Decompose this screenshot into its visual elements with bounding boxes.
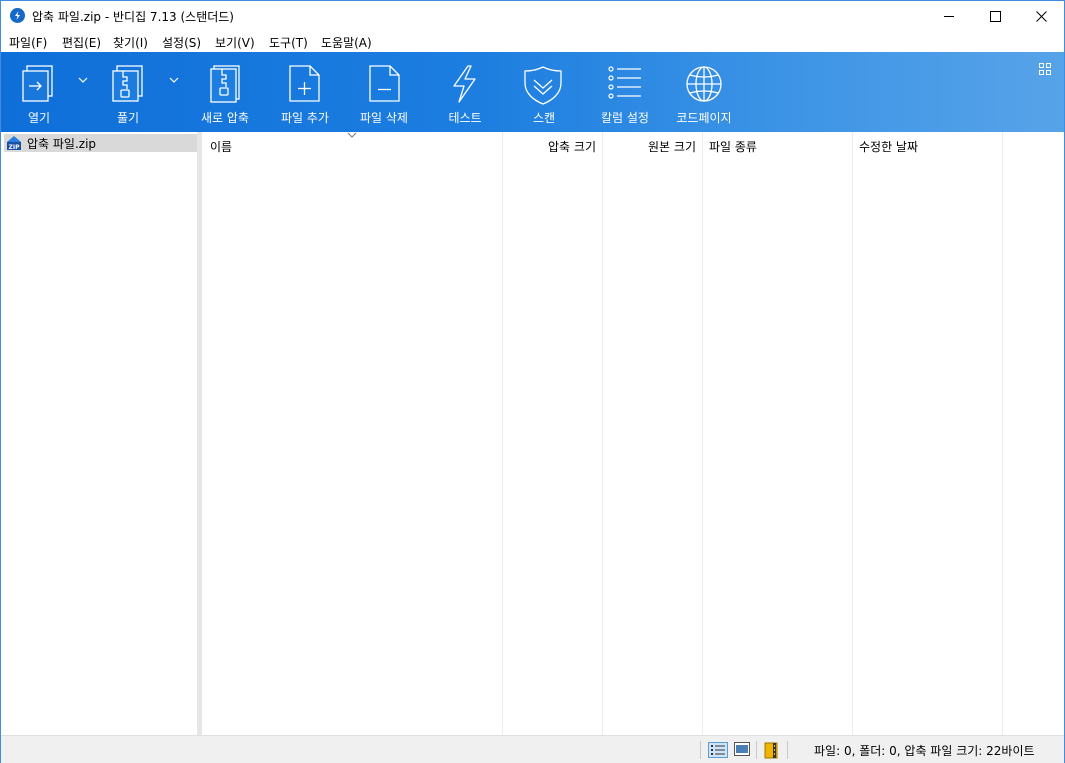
menu-tools[interactable]: 도구(T) bbox=[269, 34, 308, 51]
maximize-button[interactable] bbox=[972, 1, 1018, 31]
open-label: 열기 bbox=[27, 111, 51, 125]
menu-help[interactable]: 도움말(A) bbox=[321, 34, 372, 51]
open-archive-icon bbox=[22, 65, 53, 102]
archive-info-icon[interactable] bbox=[764, 742, 780, 759]
extract-dropdown-icon[interactable] bbox=[169, 77, 179, 84]
status-separator bbox=[756, 741, 757, 759]
column-divider[interactable] bbox=[602, 132, 603, 735]
shield-icon bbox=[524, 66, 562, 105]
extract-label: 풀기 bbox=[116, 111, 140, 125]
column-header-modified-date[interactable]: 수정한 날짜 bbox=[853, 132, 1002, 158]
column-header-name[interactable]: 이름 bbox=[202, 132, 502, 158]
status-bar: 파일: 0, 폴더: 0, 압축 파일 크기: 22바이트 bbox=[1, 735, 1064, 763]
menu-bar: 파일(F) 편집(E) 찾기(I) 설정(S) 보기(V) 도구(T) 도움말(… bbox=[1, 31, 1064, 52]
open-dropdown-icon[interactable] bbox=[78, 77, 88, 84]
menu-file[interactable]: 파일(F) bbox=[9, 34, 47, 51]
column-header-original-size-label: 원본 크기 bbox=[648, 140, 696, 154]
add-file-label: 파일 추가 bbox=[281, 111, 329, 125]
window-title: 압축 파일.zip - 반디집 7.13 (스탠더드) bbox=[32, 10, 234, 24]
open-button[interactable]: 열기 bbox=[11, 52, 69, 132]
menu-settings[interactable]: 설정(S) bbox=[162, 34, 201, 51]
details-view-icon[interactable] bbox=[708, 742, 728, 758]
column-header-modified-date-label: 수정한 날짜 bbox=[859, 140, 919, 154]
extract-button[interactable]: 풀기 bbox=[99, 52, 157, 132]
tree-item-archive-root[interactable]: ZIP 압축 파일.zip bbox=[4, 134, 197, 152]
minimize-icon bbox=[944, 16, 954, 17]
column-header-name-label: 이름 bbox=[210, 140, 233, 154]
bandizip-app-icon bbox=[10, 8, 25, 23]
column-header-file-type[interactable]: 파일 종류 bbox=[703, 132, 852, 158]
column-divider[interactable] bbox=[1002, 132, 1003, 735]
column-settings-button[interactable]: 칼럼 설정 bbox=[595, 52, 655, 132]
test-label: 테스트 bbox=[448, 111, 482, 125]
title-bar: 압축 파일.zip - 반디집 7.13 (스탠더드) bbox=[1, 1, 1064, 31]
extract-zipper-icon bbox=[112, 65, 143, 102]
file-list: 이름 압축 크기 원본 크기 파일 종류 수정한 날짜 bbox=[202, 132, 1064, 735]
menu-edit[interactable]: 편집(E) bbox=[62, 34, 101, 51]
test-button[interactable]: 테스트 bbox=[438, 52, 492, 132]
delete-file-label: 파일 삭제 bbox=[360, 111, 408, 125]
new-archive-button[interactable]: 새로 압축 bbox=[194, 52, 256, 132]
lightning-icon bbox=[453, 65, 476, 103]
codepage-label: 코드페이지 bbox=[676, 111, 732, 125]
sort-descending-icon bbox=[347, 132, 357, 138]
column-header-original-size[interactable]: 원본 크기 bbox=[603, 132, 702, 158]
delete-file-button[interactable]: 파일 삭제 bbox=[353, 52, 415, 132]
column-header-packed-size-label: 압축 크기 bbox=[548, 140, 596, 154]
close-button[interactable] bbox=[1018, 1, 1064, 31]
new-archive-label: 새로 압축 bbox=[201, 111, 249, 125]
status-separator bbox=[787, 741, 788, 759]
menu-find[interactable]: 찾기(I) bbox=[113, 34, 148, 51]
column-divider[interactable] bbox=[502, 132, 503, 735]
globe-icon bbox=[686, 66, 722, 102]
status-separator bbox=[700, 741, 701, 759]
column-settings-label: 칼럼 설정 bbox=[601, 111, 649, 125]
svg-text:ZIP: ZIP bbox=[9, 144, 21, 151]
tree-item-label: 압축 파일.zip bbox=[27, 137, 97, 151]
add-file-button[interactable]: 파일 추가 bbox=[274, 52, 336, 132]
status-summary: 파일: 0, 폴더: 0, 압축 파일 크기: 22바이트 bbox=[814, 744, 1035, 758]
column-header-packed-size[interactable]: 압축 크기 bbox=[503, 132, 602, 158]
scan-button[interactable]: 스캔 bbox=[517, 52, 571, 132]
main-window: 압축 파일.zip - 반디집 7.13 (스탠더드) 파일(F) 편집(E) … bbox=[0, 0, 1065, 763]
toolbar: 열기 풀기 새로 압축 파일 추가 파일 삭제 테스트 스캔 칼럼 설정 코드페… bbox=[1, 52, 1064, 132]
column-header-file-type-label: 파일 종류 bbox=[709, 140, 757, 154]
folder-tree: ZIP 압축 파일.zip bbox=[1, 132, 197, 735]
list-icon bbox=[608, 66, 641, 99]
zip-file-icon: ZIP bbox=[7, 136, 21, 151]
close-icon bbox=[1036, 11, 1047, 22]
layout-grid-icon[interactable] bbox=[1039, 63, 1051, 75]
scan-label: 스캔 bbox=[532, 111, 556, 125]
maximize-icon bbox=[990, 11, 1001, 22]
column-divider[interactable] bbox=[852, 132, 853, 735]
preview-pane-icon[interactable] bbox=[734, 742, 750, 756]
minimize-button[interactable] bbox=[926, 1, 972, 31]
new-archive-icon bbox=[210, 65, 240, 103]
column-divider[interactable] bbox=[702, 132, 703, 735]
codepage-button[interactable]: 코드페이지 bbox=[672, 52, 736, 132]
menu-view[interactable]: 보기(V) bbox=[215, 34, 255, 51]
delete-file-icon bbox=[369, 65, 400, 102]
add-file-icon bbox=[289, 65, 320, 102]
